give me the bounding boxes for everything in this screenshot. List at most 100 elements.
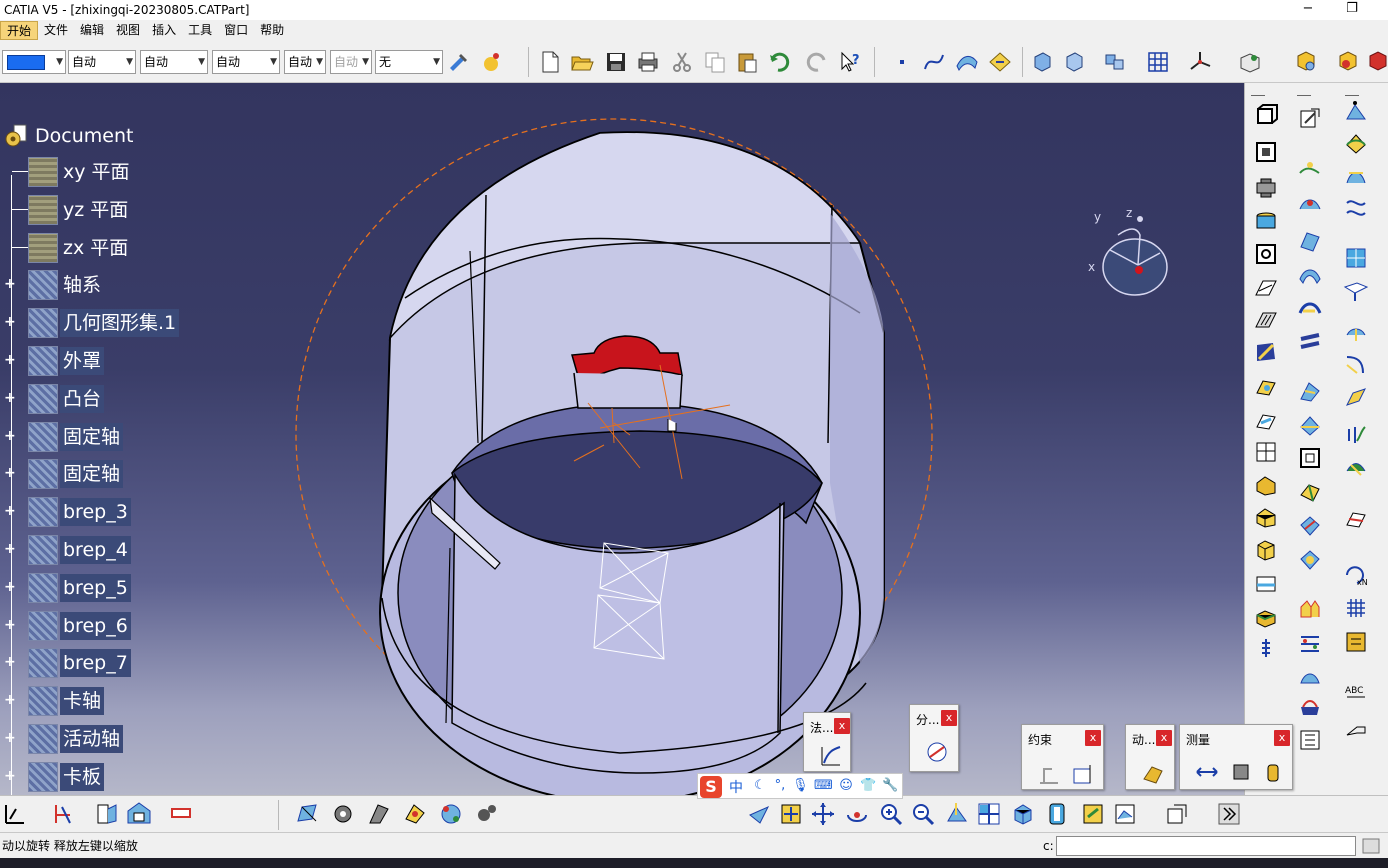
multi-section-solid-icon[interactable] bbox=[1253, 375, 1279, 401]
zoom-in-icon[interactable] bbox=[878, 801, 904, 827]
color-combo[interactable]: ▼ bbox=[2, 50, 66, 74]
law-icon[interactable] bbox=[818, 743, 844, 769]
command-input[interactable] bbox=[1056, 836, 1356, 856]
groove-icon[interactable] bbox=[1253, 209, 1279, 235]
parallel-curve-icon[interactable] bbox=[1343, 421, 1369, 447]
sketch-tools-icon[interactable] bbox=[2, 801, 28, 827]
expand-icon[interactable]: + bbox=[4, 315, 17, 329]
mesh-icon[interactable] bbox=[438, 801, 464, 827]
draw-curve-icon[interactable] bbox=[366, 801, 392, 827]
expand-icon[interactable]: + bbox=[4, 277, 17, 291]
grid-surface-icon[interactable] bbox=[1343, 245, 1369, 271]
text-annotation-icon[interactable]: ABC bbox=[1343, 681, 1369, 707]
tree-item[interactable]: yz 平面 bbox=[0, 193, 260, 227]
iso-view-icon[interactable] bbox=[1010, 801, 1036, 827]
boundary-icon[interactable] bbox=[1297, 445, 1323, 471]
scale-icon[interactable] bbox=[1297, 665, 1323, 691]
draft-icon[interactable] bbox=[1253, 505, 1279, 531]
format-painter-icon[interactable] bbox=[447, 50, 471, 74]
join-icon[interactable] bbox=[1297, 379, 1323, 405]
pocket-icon[interactable] bbox=[1253, 139, 1279, 165]
tree-item[interactable]: + 轴系 bbox=[0, 268, 260, 302]
wrench-icon[interactable]: 🔧 bbox=[882, 778, 898, 796]
measure-item-tool-icon[interactable] bbox=[1228, 759, 1254, 785]
chamfer-icon[interactable] bbox=[1253, 473, 1279, 499]
rotate-icon[interactable] bbox=[1297, 547, 1323, 573]
tree-item[interactable]: + brep_7 bbox=[0, 646, 260, 680]
view-sketch-icon[interactable] bbox=[126, 801, 152, 827]
slot-icon[interactable] bbox=[1253, 307, 1279, 333]
sweep-surface-icon[interactable] bbox=[1297, 263, 1323, 289]
constraint-dialog-icon[interactable] bbox=[1036, 761, 1062, 787]
expand-icon[interactable]: + bbox=[4, 693, 17, 707]
menu-start[interactable]: 开始 bbox=[0, 21, 39, 40]
grid-icon[interactable] bbox=[1146, 50, 1170, 74]
motion-hand-icon[interactable] bbox=[1140, 761, 1166, 787]
microphone-icon[interactable]: 🎙 bbox=[792, 778, 809, 796]
helix-icon[interactable] bbox=[1343, 195, 1369, 221]
repeat-icon[interactable]: xN bbox=[1343, 561, 1369, 587]
part-body-icon[interactable] bbox=[1030, 50, 1054, 74]
fit-all-icon[interactable] bbox=[778, 801, 804, 827]
menu-help[interactable]: 帮助 bbox=[254, 21, 290, 40]
tree-item[interactable]: + 固定轴 bbox=[0, 457, 260, 491]
tree-item[interactable]: + brep_3 bbox=[0, 495, 260, 529]
apply-material-icon[interactable] bbox=[480, 50, 504, 74]
copy-icon[interactable] bbox=[703, 50, 727, 74]
menu-window[interactable]: 窗口 bbox=[218, 21, 254, 40]
surface-icon[interactable] bbox=[955, 50, 979, 74]
pad-icon[interactable] bbox=[1253, 103, 1279, 129]
positioned-sketch-icon[interactable] bbox=[94, 801, 120, 827]
tree-item[interactable]: + 卡板 bbox=[0, 760, 260, 794]
remove-face-icon[interactable] bbox=[1253, 635, 1279, 661]
keyboard-icon[interactable]: ⌨ bbox=[814, 778, 833, 796]
curvature-analysis-icon[interactable] bbox=[924, 739, 950, 765]
whats-this-help-icon[interactable]: ? bbox=[838, 50, 862, 74]
constraint-fixed-icon[interactable] bbox=[1070, 761, 1096, 787]
pattern-icon[interactable] bbox=[1297, 631, 1323, 657]
intersect-icon[interactable] bbox=[1343, 321, 1369, 347]
expand-icon[interactable]: + bbox=[4, 353, 17, 367]
rotate-view-icon[interactable] bbox=[844, 801, 870, 827]
redo-icon[interactable] bbox=[804, 50, 828, 74]
healing-icon[interactable] bbox=[1343, 507, 1369, 533]
assembly-icon[interactable] bbox=[1103, 50, 1127, 74]
hole-icon[interactable] bbox=[1253, 241, 1279, 267]
cut-icon[interactable] bbox=[670, 50, 694, 74]
expand-icon[interactable]: + bbox=[4, 429, 17, 443]
minimize-button[interactable]: − bbox=[1290, 0, 1326, 20]
expand-icon[interactable]: + bbox=[4, 580, 17, 594]
paste-icon[interactable] bbox=[735, 50, 759, 74]
skin-icon[interactable]: 👕 bbox=[860, 778, 876, 796]
offset-icon[interactable] bbox=[1343, 455, 1369, 481]
menu-tools[interactable]: 工具 bbox=[182, 21, 218, 40]
point-grid-icon[interactable] bbox=[1343, 595, 1369, 621]
rib-icon[interactable] bbox=[1253, 275, 1279, 301]
menu-insert[interactable]: 插入 bbox=[146, 21, 182, 40]
expand-icon[interactable]: + bbox=[4, 655, 17, 669]
corner-icon[interactable] bbox=[1343, 351, 1369, 377]
update-icon[interactable] bbox=[1164, 801, 1190, 827]
symmetry-icon[interactable] bbox=[1297, 597, 1323, 623]
affinity-icon[interactable] bbox=[1297, 695, 1323, 721]
analysis-box-icon[interactable] bbox=[1238, 50, 1262, 74]
transparency-combo[interactable]: 自动 ▼ bbox=[68, 50, 136, 74]
expand-toolbar-icon[interactable] bbox=[1216, 801, 1242, 827]
pan-icon[interactable] bbox=[810, 801, 836, 827]
tree-item[interactable]: + brep_5 bbox=[0, 571, 260, 605]
new-file-icon[interactable] bbox=[538, 50, 562, 74]
close-icon[interactable]: x bbox=[1274, 730, 1290, 746]
menu-file[interactable]: 文件 bbox=[38, 21, 74, 40]
close-icon[interactable]: x bbox=[1156, 730, 1172, 746]
menu-view[interactable]: 视图 bbox=[110, 21, 146, 40]
tree-item[interactable]: + brep_4 bbox=[0, 533, 260, 567]
expand-icon[interactable]: + bbox=[4, 466, 17, 480]
sogou-logo[interactable]: S bbox=[700, 776, 722, 798]
extrude-surface-icon[interactable] bbox=[1297, 191, 1323, 217]
restore-button[interactable]: ❐ bbox=[1334, 0, 1370, 20]
rectangle-tool-icon[interactable] bbox=[168, 801, 194, 827]
close-icon[interactable]: x bbox=[941, 710, 957, 726]
3d-viewport[interactable]: y z x Document xy 平面 yz 平面 zx 平面 + 轴系 + 几何图形集.… bbox=[0, 83, 1244, 795]
layer-combo[interactable]: 无 ▼ bbox=[375, 50, 443, 74]
catalog-icon[interactable] bbox=[1294, 50, 1318, 74]
